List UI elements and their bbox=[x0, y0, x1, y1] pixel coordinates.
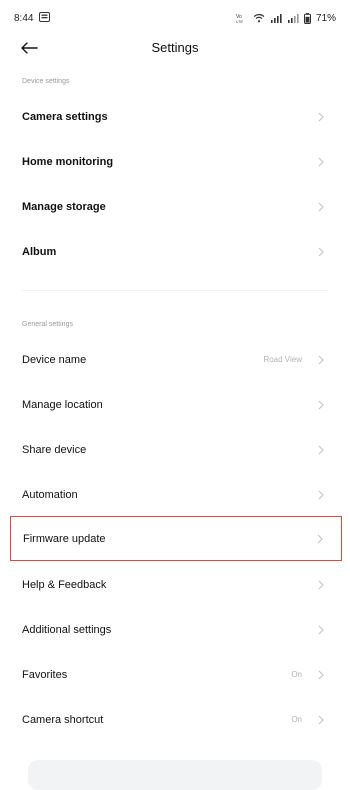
row-label: Manage location bbox=[22, 398, 103, 411]
row-label: Firmware update bbox=[23, 532, 106, 545]
row-label: Automation bbox=[22, 488, 78, 501]
chevron-right-icon bbox=[316, 489, 326, 501]
row-help-feedback[interactable]: Help & Feedback bbox=[10, 562, 342, 607]
row-label: Help & Feedback bbox=[22, 578, 107, 591]
battery-percent: 71% bbox=[315, 12, 336, 24]
row-manage-location[interactable]: Manage location bbox=[10, 382, 342, 427]
row-camera-shortcut[interactable]: Camera shortcut On bbox=[10, 697, 342, 742]
chevron-right-icon bbox=[316, 444, 326, 456]
row-label: Album bbox=[22, 245, 57, 258]
row-label: Favorites bbox=[22, 668, 68, 681]
row-additional-settings[interactable]: Additional settings bbox=[10, 607, 342, 652]
row-label: Additional settings bbox=[22, 623, 112, 636]
chevron-right-icon bbox=[316, 399, 326, 411]
svg-text:LTE: LTE bbox=[236, 19, 243, 23]
signal-icon bbox=[270, 13, 282, 23]
chevron-right-icon bbox=[316, 201, 326, 213]
row-label: Camera settings bbox=[22, 110, 108, 123]
notification-icon bbox=[39, 11, 51, 25]
row-label: Manage storage bbox=[22, 200, 106, 213]
row-label: Home monitoring bbox=[22, 155, 114, 168]
row-camera-settings[interactable]: Camera settings bbox=[10, 94, 342, 139]
app-header: Settings bbox=[0, 30, 350, 66]
chevron-right-icon bbox=[316, 111, 326, 123]
chevron-right-icon bbox=[316, 354, 326, 366]
page-title: Settings bbox=[151, 40, 199, 55]
status-time: 8:44 bbox=[14, 12, 34, 24]
chevron-right-icon bbox=[315, 533, 325, 545]
row-album[interactable]: Album bbox=[10, 229, 342, 274]
row-value: Road View bbox=[263, 355, 302, 364]
row-label: Device name bbox=[22, 353, 87, 366]
row-share-device[interactable]: Share device bbox=[10, 427, 342, 472]
chevron-right-icon bbox=[316, 246, 326, 258]
wifi-icon bbox=[253, 13, 265, 23]
battery-icon bbox=[303, 12, 311, 24]
row-value: On bbox=[291, 670, 302, 679]
chevron-right-icon bbox=[316, 669, 326, 681]
bottom-action-card[interactable] bbox=[28, 760, 322, 790]
section-label-general: General settings bbox=[22, 321, 73, 328]
row-label: Share device bbox=[22, 443, 87, 456]
row-firmware-update[interactable]: Firmware update bbox=[10, 516, 342, 561]
row-favorites[interactable]: Favorites On bbox=[10, 652, 342, 697]
row-home-monitoring[interactable]: Home monitoring bbox=[10, 139, 342, 184]
volte-icon: Vo LTE bbox=[236, 13, 248, 23]
chevron-right-icon bbox=[316, 579, 326, 591]
signal-2-icon bbox=[287, 13, 299, 23]
chevron-right-icon bbox=[316, 624, 326, 636]
chevron-right-icon bbox=[316, 714, 326, 726]
row-value: On bbox=[291, 715, 302, 724]
section-label-device: Device settings bbox=[22, 78, 70, 85]
chevron-right-icon bbox=[316, 156, 326, 168]
row-device-name[interactable]: Device name Road View bbox=[10, 337, 342, 382]
section-divider bbox=[22, 290, 328, 291]
row-label: Camera shortcut bbox=[22, 713, 104, 726]
row-manage-storage[interactable]: Manage storage bbox=[10, 184, 342, 229]
row-automation[interactable]: Automation bbox=[10, 472, 342, 517]
